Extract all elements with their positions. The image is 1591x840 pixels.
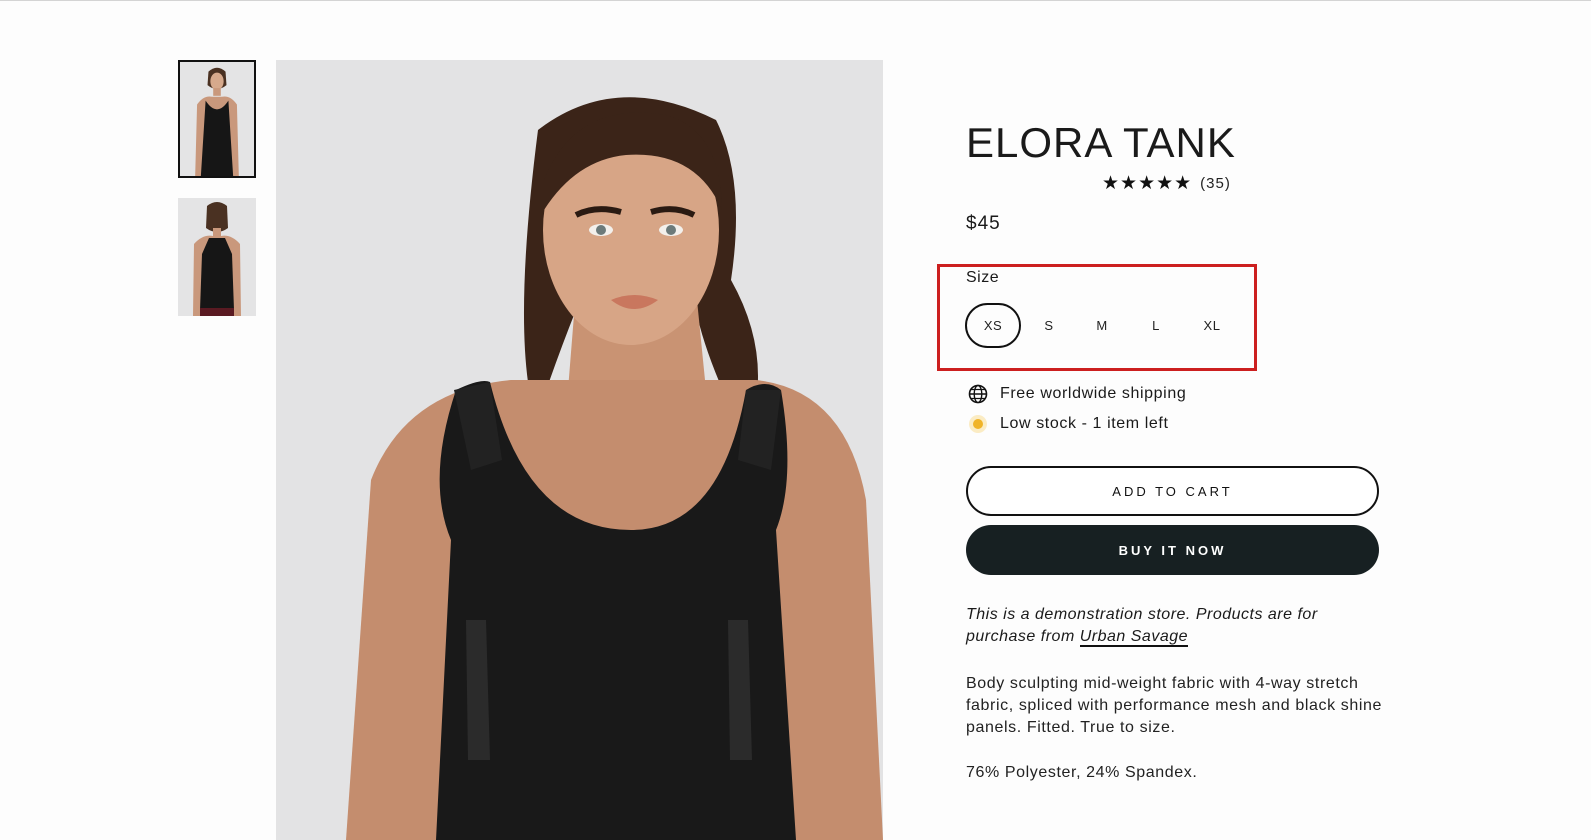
size-option-l[interactable]: L <box>1135 303 1177 348</box>
shipping-text: Free worldwide shipping <box>1000 385 1187 402</box>
product-material: 76% Polyester, 24% Spandex. <box>966 764 1198 781</box>
stock-dot-icon <box>968 414 988 434</box>
size-label: Size <box>966 269 1000 286</box>
urban-savage-link[interactable]: Urban Savage <box>1079 628 1189 647</box>
shipping-info: Free worldwide shipping <box>968 384 1186 404</box>
stock-info: Low stock - 1 item left <box>968 414 1169 434</box>
size-option-s[interactable]: S <box>1028 303 1070 348</box>
product-price: $45 <box>966 213 1001 234</box>
thumbnail-back[interactable] <box>178 198 256 316</box>
stock-text: Low stock - 1 item left <box>1000 415 1169 432</box>
rating-count: (35) <box>1200 175 1231 192</box>
add-to-cart-button[interactable]: ADD TO CART <box>966 466 1379 516</box>
size-option-xs[interactable]: XS <box>965 303 1021 348</box>
thumbnail-front[interactable] <box>178 60 256 178</box>
product-title: ELORA TANK <box>966 119 1236 166</box>
demo-store-note: This is a demonstration store. Products … <box>966 604 1376 648</box>
header-divider <box>0 0 1591 1</box>
size-option-xl[interactable]: XL <box>1188 303 1236 348</box>
globe-icon <box>968 384 988 404</box>
product-main-image <box>276 60 883 840</box>
product-rating[interactable]: ★★★★★ (35) <box>1102 172 1231 195</box>
size-option-m[interactable]: M <box>1080 303 1124 348</box>
product-description: Body sculpting mid-weight fabric with 4-… <box>966 675 1382 736</box>
rating-stars-icon: ★★★★★ <box>1102 173 1193 194</box>
buy-it-now-button[interactable]: BUY IT NOW <box>966 525 1379 575</box>
